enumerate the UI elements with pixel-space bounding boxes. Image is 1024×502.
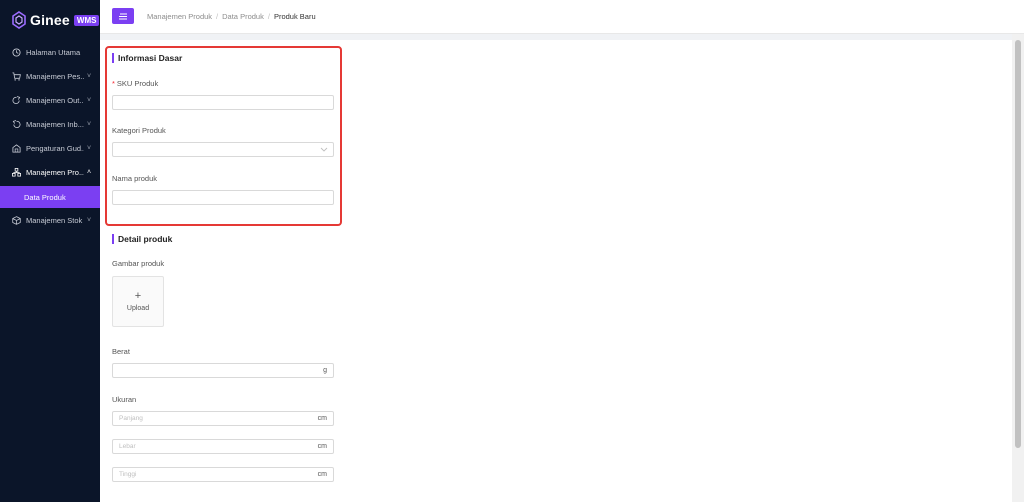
sidebar-item-manajemen-pesanan[interactable]: Manajemen Pes... ˅: [0, 64, 100, 88]
chevron-down-icon: ˅: [87, 216, 92, 224]
sidebar-item-label: Pengaturan Gud...: [26, 143, 84, 153]
inbound-icon: [12, 119, 21, 128]
plus-icon: +: [134, 290, 142, 302]
panjang-placeholder: Panjang: [119, 415, 143, 422]
chevron-down-icon: [320, 147, 328, 152]
nama-input[interactable]: [112, 190, 334, 205]
warehouse-icon: [12, 143, 21, 153]
breadcrumb-manajemen-produk[interactable]: Manajemen Produk: [147, 12, 212, 21]
section-title-detail-produk: Detail produk: [112, 234, 172, 244]
sidebar-item-halaman-utama[interactable]: Halaman Utama: [0, 40, 100, 64]
berat-unit: g: [323, 367, 327, 374]
chevron-down-icon: ˅: [87, 72, 92, 80]
section-title-informasi-dasar: Informasi Dasar: [112, 53, 182, 63]
tinggi-placeholder: Tinggi: [119, 471, 137, 478]
berat-label: Berat: [112, 347, 130, 356]
sidebar-item-manajemen-produk[interactable]: Manajemen Pro... ˄: [0, 160, 100, 184]
outbound-icon: [12, 95, 21, 104]
scrollbar-thumb[interactable]: [1015, 40, 1021, 448]
vertical-scrollbar[interactable]: [1012, 34, 1024, 502]
sidebar-item-label: Manajemen Pro...: [26, 167, 84, 177]
sidebar-item-label: Manajemen Stok: [26, 215, 83, 225]
kategori-label: Kategori Produk: [112, 126, 166, 135]
tinggi-input[interactable]: Tinggi cm: [112, 467, 334, 482]
sidebar-item-pengaturan-gudang[interactable]: Pengaturan Gud... ˅: [0, 136, 100, 160]
logo[interactable]: Ginee WMS: [11, 11, 100, 29]
chevron-up-icon: ˄: [87, 168, 92, 176]
breadcrumb-separator: /: [267, 12, 270, 21]
ukuran-label: Ukuran: [112, 395, 137, 404]
chevron-down-icon: ˅: [87, 120, 92, 128]
product-icon: [12, 167, 21, 177]
breadcrumb-separator: /: [216, 12, 219, 21]
panjang-input[interactable]: Panjang cm: [112, 411, 334, 426]
sidebar-item-label: Manajemen Pes...: [26, 71, 84, 81]
top-bar: Manajemen Produk / Data Produk / Produk Baru: [100, 0, 1024, 34]
sidebar-item-manajemen-inbound[interactable]: Manajemen Inb... ˅: [0, 112, 100, 136]
gambar-label: Gambar produk: [112, 259, 165, 268]
breadcrumb-current: Produk Baru: [273, 12, 316, 21]
lebar-unit: cm: [317, 443, 327, 450]
menu-toggle-button[interactable]: [112, 8, 134, 24]
nama-label: Nama produk: [112, 174, 158, 183]
sidebar-item-manajemen-stok[interactable]: Manajemen Stok ˅: [0, 208, 100, 232]
required-mark: *: [112, 79, 115, 88]
sidebar-item-manajemen-outbound[interactable]: Manajemen Out... ˅: [0, 88, 100, 112]
tinggi-unit: cm: [317, 471, 327, 478]
sku-label: * SKU Produk: [112, 79, 158, 88]
berat-input[interactable]: g: [112, 363, 334, 378]
chevron-down-icon: ˅: [87, 144, 92, 152]
breadcrumb-data-produk[interactable]: Data Produk: [222, 12, 264, 21]
chevron-down-icon: ˅: [87, 96, 92, 104]
brand-badge: WMS: [73, 14, 100, 26]
upload-label: Upload: [126, 305, 150, 312]
sku-label-text: SKU Produk: [116, 79, 159, 88]
sidebar-item-label: Manajemen Inb...: [26, 119, 84, 129]
sidebar-item-label: Manajemen Out...: [26, 95, 84, 105]
ginee-logo-icon: [12, 11, 26, 29]
kategori-select[interactable]: [112, 142, 334, 157]
lebar-placeholder: Lebar: [119, 443, 136, 450]
cart-icon: [12, 71, 21, 81]
menu-icon: [119, 13, 127, 19]
home-icon: [12, 47, 21, 57]
sidebar-subitem-data-produk[interactable]: Data Produk: [0, 186, 100, 208]
sku-input[interactable]: [112, 95, 334, 110]
panjang-unit: cm: [317, 415, 327, 422]
lebar-input[interactable]: Lebar cm: [112, 439, 334, 454]
breadcrumb: Manajemen Produk / Data Produk / Produk Baru: [147, 12, 316, 21]
stock-icon: [12, 215, 21, 225]
brand-name: Ginee: [30, 12, 70, 28]
sidebar: Ginee WMS Halaman Utama Manajemen Pes...…: [0, 0, 100, 502]
upload-button[interactable]: + Upload: [112, 276, 164, 327]
sidebar-item-label: Halaman Utama: [26, 47, 81, 57]
main-content: Informasi Dasar * SKU Produk Kategori Pro…: [100, 40, 1012, 502]
